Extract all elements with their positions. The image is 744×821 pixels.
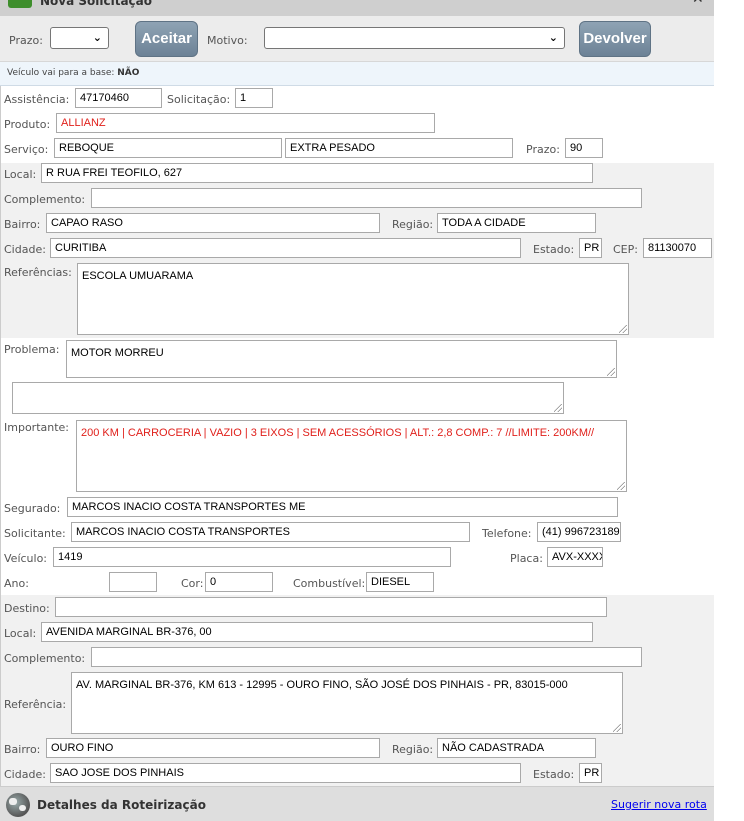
destino-bairro-field[interactable]: OURO FINO: [46, 738, 380, 758]
destino-cidade-label: Cidade:: [4, 768, 46, 781]
estado-field[interactable]: PR: [579, 238, 602, 258]
prazo-field[interactable]: 90: [565, 138, 603, 158]
window-title: Nova Solicitação: [40, 0, 153, 8]
referencias-label: Referências:: [4, 266, 72, 279]
resize-grip-icon[interactable]: [554, 404, 562, 412]
referencias-text: ESCOLA UMUARAMA: [82, 270, 194, 282]
solicitante-label: Solicitante:: [4, 527, 66, 540]
suggest-route-link[interactable]: Sugerir nova rota: [611, 798, 707, 811]
destino-local-label: Local:: [4, 627, 37, 640]
assistencia-label: Assistência:: [4, 93, 70, 106]
combustivel-label: Combustível:: [293, 577, 366, 590]
prazo-label: Prazo:: [9, 34, 43, 47]
close-icon[interactable]: ✕: [692, 0, 704, 7]
destino-bairro-label: Bairro:: [4, 743, 41, 756]
cidade-label: Cidade:: [4, 243, 46, 256]
destino-estado-label: Estado:: [533, 768, 575, 781]
destino-referencia-label: Referência:: [4, 698, 67, 711]
solicitante-field[interactable]: MARCOS INACIO COSTA TRANSPORTES: [71, 522, 470, 542]
accept-button[interactable]: Aceitar: [135, 21, 198, 57]
bairro-label: Bairro:: [4, 218, 41, 231]
servico-field[interactable]: REBOQUE: [54, 138, 282, 158]
resize-grip-icon[interactable]: [619, 325, 627, 333]
cor-field[interactable]: 0: [205, 572, 273, 592]
solicitacao-label: Solicitação:: [167, 93, 231, 106]
prazo-select[interactable]: ⌄: [50, 27, 109, 49]
chevron-down-icon: ⌄: [548, 31, 558, 44]
veiculo-field[interactable]: 1419: [53, 547, 451, 567]
placa-field[interactable]: AVX-XXXX: [547, 547, 603, 567]
prazo-field-label: Prazo:: [526, 143, 560, 156]
importante-label: Importante:: [4, 421, 70, 434]
importante-textarea[interactable]: 200 KM | CARROCERIA | VAZIO | 3 EIXOS | …: [76, 420, 627, 492]
telefone-field[interactable]: (41) 996723189: [537, 522, 621, 542]
destino-field[interactable]: [55, 597, 607, 617]
routing-details-title: Detalhes da Roteirização: [37, 798, 206, 812]
return-button[interactable]: Devolver: [579, 21, 651, 57]
problema-extra-textarea[interactable]: [12, 382, 564, 414]
importante-text: 200 KM | CARROCERIA | VAZIO | 3 EIXOS | …: [81, 427, 595, 439]
destino-regiao-field[interactable]: NÃO CADASTRADA: [437, 738, 596, 758]
request-form: Assistência: 47170460 Solicitação: 1 Pro…: [0, 86, 714, 786]
assistencia-field[interactable]: 47170460: [75, 88, 162, 108]
resize-grip-icon[interactable]: [607, 368, 615, 376]
placa-label: Placa:: [510, 552, 543, 565]
resize-grip-icon[interactable]: [613, 724, 621, 732]
cidade-field[interactable]: CURITIBA: [50, 238, 521, 258]
telefone-label: Telefone:: [482, 527, 532, 540]
new-request-dialog: Nova Solicitação ✕ Prazo: ⌄ Aceitar Moti…: [0, 0, 714, 821]
servico-tipo-field[interactable]: EXTRA PESADO: [285, 138, 513, 158]
chevron-down-icon: ⌄: [92, 31, 102, 44]
destino-referencia-textarea[interactable]: AV. MARGINAL BR-376, KM 613 - 12995 - OU…: [71, 672, 623, 734]
destino-regiao-label: Região:: [392, 743, 434, 756]
destino-estado-field[interactable]: PR: [579, 763, 602, 783]
referencias-textarea[interactable]: ESCOLA UMUARAMA: [77, 263, 629, 335]
destino-label: Destino:: [4, 602, 50, 615]
combustivel-field[interactable]: DIESEL: [366, 572, 434, 592]
destino-referencia-text: AV. MARGINAL BR-376, KM 613 - 12995 - OU…: [76, 679, 568, 691]
base-label: Veículo vai para a base:: [7, 68, 115, 78]
destino-cidade-field[interactable]: SAO JOSE DOS PINHAIS: [50, 763, 521, 783]
title-bar: Nova Solicitação ✕: [0, 0, 714, 16]
solicitacao-field[interactable]: 1: [235, 88, 273, 108]
estado-label: Estado:: [533, 243, 575, 256]
globe-icon: [6, 793, 30, 817]
local-label: Local:: [4, 168, 37, 181]
base-info-bar: Veículo vai para a base: NÃO: [0, 62, 714, 86]
destino-complemento-field[interactable]: [91, 647, 642, 667]
destino-local-field[interactable]: AVENIDA MARGINAL BR-376, 00: [41, 622, 593, 642]
regiao-label: Região:: [392, 218, 434, 231]
produto-field[interactable]: ALLIANZ: [56, 113, 435, 133]
segurado-field[interactable]: MARCOS INACIO COSTA TRANSPORTES ME: [67, 497, 618, 517]
problema-label: Problema:: [4, 343, 60, 356]
complemento-label: Complemento:: [4, 193, 86, 206]
destino-complemento-label: Complemento:: [4, 652, 86, 665]
complemento-field[interactable]: [91, 188, 642, 208]
action-toolbar: Prazo: ⌄ Aceitar Motivo: ⌄ Devolver: [0, 16, 714, 62]
veiculo-label: Veículo:: [4, 552, 48, 565]
servico-label: Serviço:: [4, 143, 49, 156]
ano-field[interactable]: [109, 572, 157, 592]
cep-label: CEP:: [613, 243, 638, 256]
app-icon: [8, 0, 32, 8]
cor-label: Cor:: [181, 577, 204, 590]
base-value: NÃO: [117, 68, 140, 78]
ano-label: Ano:: [4, 577, 29, 590]
local-field[interactable]: R RUA FREI TEOFILO, 627: [41, 163, 593, 183]
produto-label: Produto:: [4, 118, 51, 131]
bairro-field[interactable]: CAPAO RASO: [46, 213, 380, 233]
motivo-label: Motivo:: [207, 34, 248, 47]
motivo-select[interactable]: ⌄: [264, 27, 565, 49]
routing-details-bar: Detalhes da Roteirização Sugerir nova ro…: [0, 786, 714, 821]
cep-field[interactable]: 81130070: [643, 238, 712, 258]
segurado-label: Segurado:: [4, 502, 61, 515]
regiao-field[interactable]: TODA A CIDADE: [437, 213, 596, 233]
problema-textarea[interactable]: MOTOR MORREU: [66, 340, 617, 378]
resize-grip-icon[interactable]: [617, 482, 625, 490]
problema-text: MOTOR MORREU: [71, 347, 164, 359]
